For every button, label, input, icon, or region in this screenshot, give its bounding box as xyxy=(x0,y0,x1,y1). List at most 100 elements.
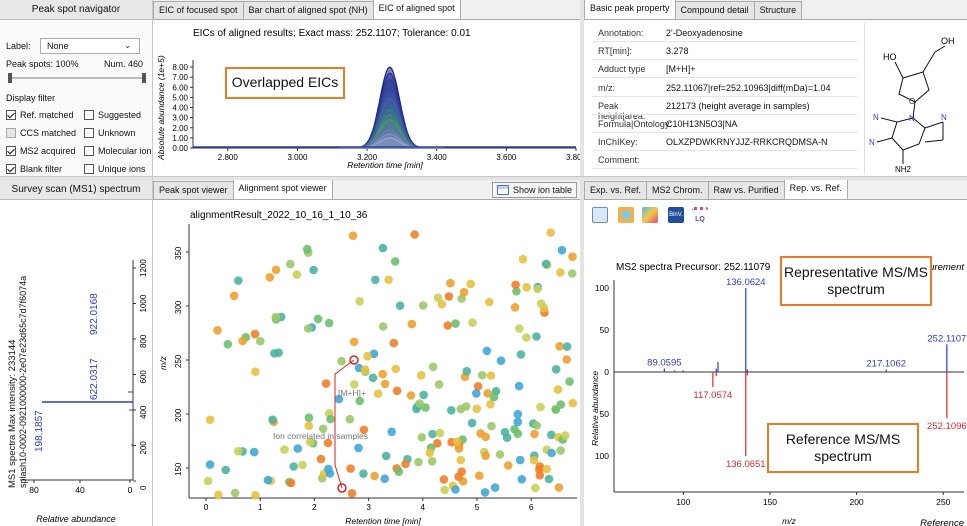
spot-dot[interactable] xyxy=(531,483,540,493)
spot-dot[interactable] xyxy=(394,467,404,477)
spot-dot[interactable] xyxy=(435,428,445,438)
viewer-tab-peak-spot-viewer[interactable]: Peak spot viewer xyxy=(153,181,234,199)
spot-dot[interactable] xyxy=(547,448,556,458)
spot-dot[interactable] xyxy=(434,380,444,389)
spot-dot[interactable] xyxy=(289,462,298,471)
spot-dot[interactable] xyxy=(568,398,578,408)
spot-dot[interactable] xyxy=(418,301,428,310)
filter-unknown[interactable]: Unknown xyxy=(84,128,136,138)
spot-dot[interactable] xyxy=(439,475,449,484)
eic-tab-bar-chart-of-aligned-spot-nh[interactable]: Bar chart of aligned spot (NH) xyxy=(242,1,374,19)
spot-dot[interactable] xyxy=(513,409,523,419)
filter-ms2-acquired[interactable]: MS2 acquired xyxy=(6,146,76,156)
ms2-tab-exp-vs-ref[interactable]: Exp. vs. Ref. xyxy=(584,181,648,199)
spot-dot[interactable] xyxy=(401,459,410,469)
spot-dot[interactable] xyxy=(345,414,355,424)
ms2-tab-rep-vs-ref[interactable]: Rep. vs. Ref. xyxy=(783,180,848,199)
spot-dot[interactable] xyxy=(462,366,472,376)
spot-dot[interactable] xyxy=(517,475,527,484)
spot-dot[interactable] xyxy=(556,268,565,277)
spot-dot[interactable] xyxy=(557,245,567,255)
alignment-scatter-plot[interactable]: alignmentResult_2022_10_16_1_10_36 0 1 2 3 4… xyxy=(153,200,580,526)
spot-dot[interactable] xyxy=(567,269,577,278)
spot-dot[interactable] xyxy=(309,265,318,275)
spot-dot[interactable] xyxy=(456,455,466,465)
slider-handle-max[interactable] xyxy=(142,73,146,83)
spot-dot[interactable] xyxy=(223,339,233,349)
spot-dot[interactable] xyxy=(472,404,482,414)
spot-dot[interactable] xyxy=(480,488,490,497)
spot-dot[interactable] xyxy=(359,469,368,479)
spot-dot[interactable] xyxy=(238,336,247,346)
spot-dot[interactable] xyxy=(387,427,396,437)
spot-dot[interactable] xyxy=(378,243,388,253)
spot-dot[interactable] xyxy=(440,485,450,495)
spot-dot[interactable] xyxy=(268,415,277,424)
spot-dot[interactable] xyxy=(428,429,437,439)
spot-dot[interactable] xyxy=(510,303,520,312)
spot-dot[interactable] xyxy=(565,377,574,386)
spot-dot[interactable] xyxy=(515,324,524,333)
spot-dot[interactable] xyxy=(568,252,577,261)
property-tab-compound-detail[interactable]: Compound detail xyxy=(674,1,755,19)
checkbox[interactable] xyxy=(6,146,16,156)
show-ion-table-button[interactable]: Show ion table xyxy=(491,182,577,198)
spot-dot[interactable] xyxy=(447,406,456,415)
spot-dot[interactable] xyxy=(541,259,551,269)
spot-dot[interactable] xyxy=(454,472,463,482)
spot-dot[interactable] xyxy=(532,421,542,430)
spot-dot[interactable] xyxy=(487,421,496,431)
spot-dot[interactable] xyxy=(490,483,500,492)
spot-dot[interactable] xyxy=(472,389,481,398)
spot-dot[interactable] xyxy=(271,265,281,275)
spot-dot[interactable] xyxy=(452,437,462,446)
spot-dot[interactable] xyxy=(263,475,273,485)
spot-dot[interactable] xyxy=(468,318,477,327)
spot-dot[interactable] xyxy=(536,299,546,308)
spot-dot[interactable] xyxy=(205,415,215,424)
spot-dot[interactable] xyxy=(337,356,346,366)
spot-dot[interactable] xyxy=(522,283,531,292)
spot-dot[interactable] xyxy=(518,254,528,264)
spot-dot[interactable] xyxy=(298,460,307,470)
checkbox[interactable] xyxy=(6,164,16,174)
spot-dot[interactable] xyxy=(554,483,564,492)
spot-dot[interactable] xyxy=(456,404,466,414)
spot-dot[interactable] xyxy=(416,371,426,380)
spot-dot[interactable] xyxy=(486,371,496,380)
molecule-icon[interactable] xyxy=(642,207,658,223)
spot-dot[interactable] xyxy=(391,364,400,374)
spot-dot[interactable] xyxy=(214,490,223,500)
spot-dot[interactable] xyxy=(370,471,379,481)
spot-dot[interactable] xyxy=(316,454,326,464)
spot-dot[interactable] xyxy=(515,455,525,465)
spot-dot[interactable] xyxy=(354,443,363,453)
spot-dot[interactable] xyxy=(321,379,331,388)
spot-dot[interactable] xyxy=(380,379,390,389)
spot-dot[interactable] xyxy=(504,461,513,470)
spot-dot[interactable] xyxy=(378,369,387,379)
spot-dot[interactable] xyxy=(417,433,427,442)
spot-dot[interactable] xyxy=(286,478,296,488)
spot-dot[interactable] xyxy=(427,457,437,466)
spot-dot[interactable] xyxy=(536,402,545,412)
spot-dot[interactable] xyxy=(444,292,454,301)
spot-dot[interactable] xyxy=(451,319,460,328)
spot-dot[interactable] xyxy=(360,365,370,374)
spot-dot[interactable] xyxy=(390,257,400,266)
eic-tab-eic-of-focused-spot[interactable]: EIC of focused spot xyxy=(153,1,244,19)
spot-dot[interactable] xyxy=(495,450,505,459)
view-icon[interactable] xyxy=(592,207,608,223)
spot-dot[interactable] xyxy=(530,429,539,439)
spot-dot[interactable] xyxy=(551,365,561,374)
spot-dot[interactable] xyxy=(513,417,523,427)
spot-dot[interactable] xyxy=(271,312,281,322)
spot-dot[interactable] xyxy=(410,230,419,239)
spot-dot[interactable] xyxy=(395,301,405,310)
spot-dot[interactable] xyxy=(546,228,555,237)
spot-dot[interactable] xyxy=(203,476,213,486)
spot-dot[interactable] xyxy=(234,446,243,456)
spot-dot[interactable] xyxy=(346,464,355,473)
lipidquery-icon[interactable]: LQ xyxy=(692,207,708,223)
spot-dot[interactable] xyxy=(556,446,565,455)
